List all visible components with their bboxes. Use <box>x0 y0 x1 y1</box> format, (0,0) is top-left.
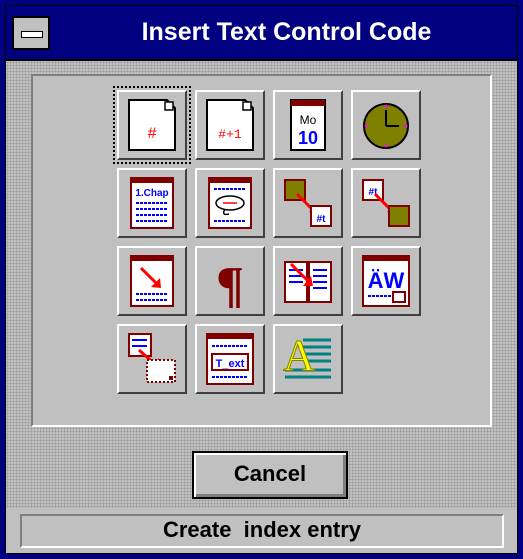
svg-text:#: # <box>147 125 157 143</box>
time-icon <box>363 103 409 149</box>
drop-cap-button[interactable]: A <box>273 324 343 394</box>
svg-text:T_ext: T_ext <box>216 358 245 370</box>
footnote-icon <box>208 177 252 229</box>
table-of-contents-icon <box>284 261 332 303</box>
page-number-icon: # <box>128 99 176 151</box>
system-menu-icon <box>21 31 43 38</box>
cross-reference-source-icon: #t <box>362 179 410 227</box>
tool-palette: # #+1 Mo 10 1.Chap #t #t ¶ ÄW T_ext A <box>31 74 492 427</box>
chapter-icon: 1.Chap <box>130 177 174 229</box>
page-number-button[interactable]: # <box>113 86 191 164</box>
dialog-frame: Insert Text Control Code # #+1 Mo 10 1.C… <box>5 5 518 554</box>
paragraph-mark-button[interactable]: ¶ <box>195 246 265 316</box>
text-field-button[interactable]: T_ext <box>195 324 265 394</box>
next-page-number-button[interactable]: #+1 <box>195 90 265 160</box>
merge-field-icon <box>128 333 176 383</box>
next-page-number-icon: #+1 <box>206 99 254 151</box>
cross-reference-source-button[interactable]: #t <box>351 168 421 238</box>
dialog-window: Insert Text Control Code # #+1 Mo 10 1.C… <box>0 0 523 559</box>
svg-text:#t: #t <box>317 214 327 225</box>
svg-text:ÄW: ÄW <box>368 268 405 293</box>
svg-text:A: A <box>283 332 315 380</box>
index-entry-button[interactable] <box>117 246 187 316</box>
time-button[interactable] <box>351 90 421 160</box>
index-entry-icon <box>130 255 174 307</box>
cross-reference-target-icon: #t <box>284 179 332 227</box>
table-of-contents-button[interactable] <box>273 246 343 316</box>
cross-reference-target-button[interactable]: #t <box>273 168 343 238</box>
title-bar[interactable]: Insert Text Control Code <box>6 6 517 61</box>
cancel-button[interactable]: Cancel <box>192 451 348 499</box>
autotext-button[interactable]: ÄW <box>351 246 421 316</box>
paragraph-mark-icon: ¶ <box>216 257 244 308</box>
chapter-button[interactable]: 1.Chap <box>117 168 187 238</box>
date-button[interactable]: Mo 10 <box>273 90 343 160</box>
text-field-icon: T_ext <box>206 333 254 385</box>
svg-text:1.Chap: 1.Chap <box>135 188 168 199</box>
date-icon: Mo 10 <box>290 99 326 151</box>
footnote-button[interactable] <box>195 168 265 238</box>
status-bar: Create index entry <box>20 514 504 548</box>
svg-text:Mo: Mo <box>300 113 317 127</box>
merge-field-button[interactable] <box>117 324 187 394</box>
system-menu-button[interactable] <box>12 16 50 50</box>
svg-text:¶: ¶ <box>216 257 244 308</box>
drop-cap-icon: A <box>283 332 331 381</box>
svg-text:10: 10 <box>298 128 318 148</box>
autotext-icon: ÄW <box>362 255 410 307</box>
svg-text:#+1: #+1 <box>218 127 242 142</box>
window-title: Insert Text Control Code <box>141 18 432 46</box>
